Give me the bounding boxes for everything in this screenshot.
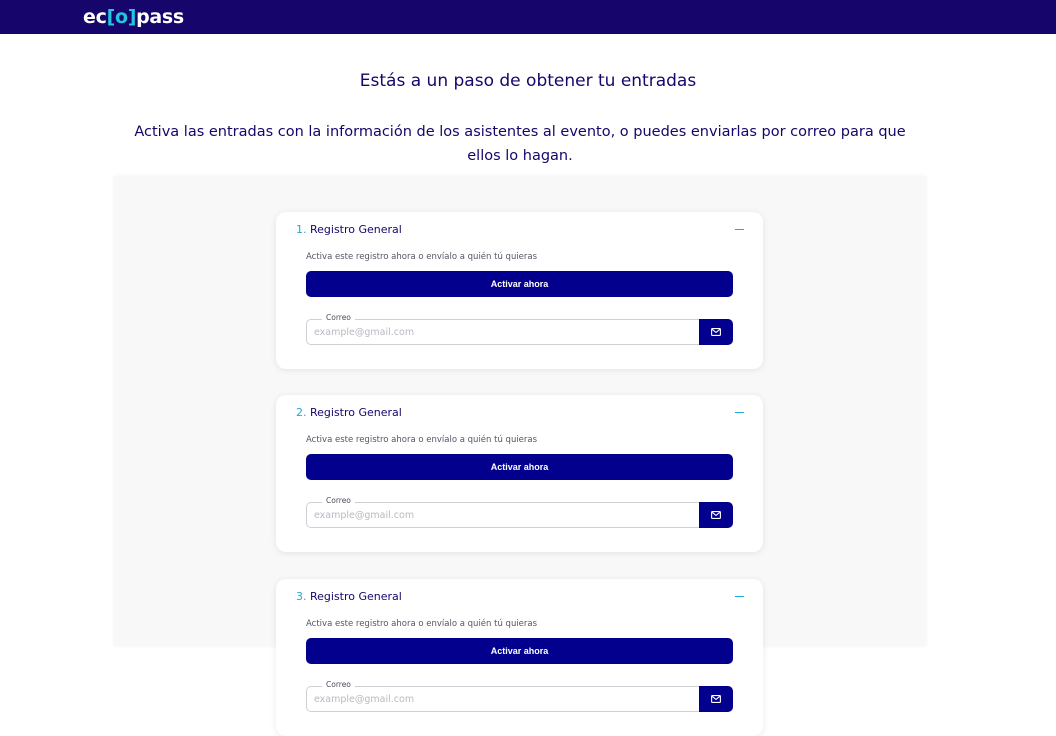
- card-title-text: Registro General: [310, 590, 402, 603]
- send-email-button[interactable]: [699, 686, 733, 712]
- email-label: Correo: [322, 496, 355, 506]
- mail-icon: [711, 328, 721, 336]
- activate-now-button[interactable]: Activar ahora: [306, 454, 733, 480]
- registration-card: 1. Registro General Activa este registro…: [276, 212, 763, 369]
- minus-icon[interactable]: [735, 406, 745, 420]
- ecopass-logo[interactable]: ec[o]pass: [83, 5, 184, 29]
- email-field[interactable]: [306, 686, 699, 712]
- activate-now-button[interactable]: Activar ahora: [306, 271, 733, 297]
- logo-suffix: pass: [136, 6, 184, 28]
- card-title: 2. Registro General: [296, 406, 402, 420]
- email-row: Correo: [306, 313, 733, 345]
- card-title: 1. Registro General: [296, 223, 402, 237]
- page-title: Estás a un paso de obtener tu entradas: [359, 71, 697, 91]
- card-number: 1.: [296, 223, 307, 236]
- minus-icon[interactable]: [735, 590, 745, 604]
- mail-icon: [711, 511, 721, 519]
- email-label: Correo: [322, 313, 355, 323]
- logo-prefix: ec: [83, 6, 107, 28]
- top-bar: ec[o]pass: [0, 0, 1056, 34]
- page-subtitle: Activa las entradas con la información d…: [134, 124, 906, 164]
- email-row: Correo: [306, 496, 733, 528]
- registration-card: 3. Registro General Activa este registro…: [276, 579, 763, 736]
- send-email-button[interactable]: [699, 319, 733, 345]
- minus-icon[interactable]: [735, 223, 745, 237]
- card-description: Activa este registro ahora o envíalo a q…: [306, 252, 538, 262]
- card-title-text: Registro General: [310, 406, 402, 419]
- card-description: Activa este registro ahora o envíalo a q…: [306, 619, 538, 629]
- card-description: Activa este registro ahora o envíalo a q…: [306, 435, 538, 445]
- email-field[interactable]: [306, 319, 699, 345]
- registration-card: 2. Registro General Activa este registro…: [276, 395, 763, 552]
- card-title: 3. Registro General: [296, 590, 402, 604]
- card-title-text: Registro General: [310, 223, 402, 236]
- card-number: 3.: [296, 590, 307, 603]
- mail-icon: [711, 695, 721, 703]
- send-email-button[interactable]: [699, 502, 733, 528]
- card-number: 2.: [296, 406, 307, 419]
- email-label: Correo: [322, 680, 355, 690]
- email-row: Correo: [306, 680, 733, 712]
- logo-mark: [o]: [106, 6, 137, 28]
- email-field[interactable]: [306, 502, 699, 528]
